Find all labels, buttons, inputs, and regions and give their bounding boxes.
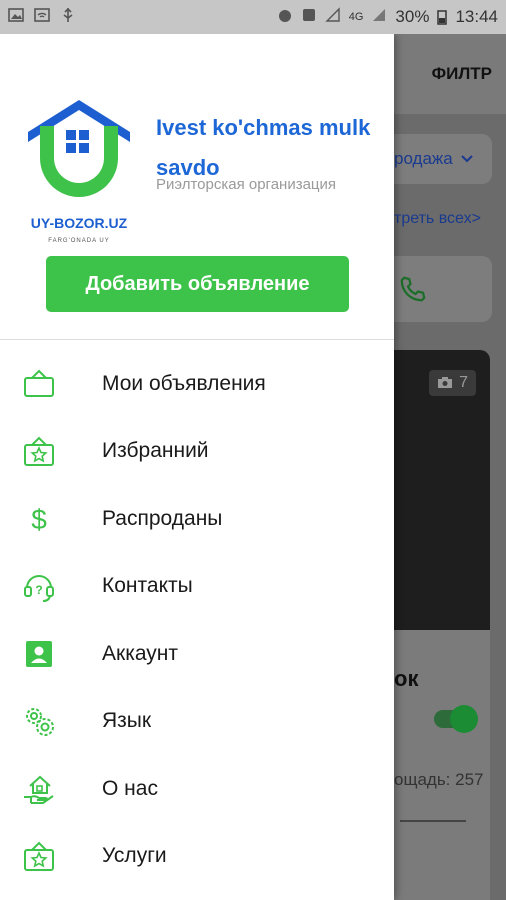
svg-text:?: ? [35,583,42,597]
bg-toolbar: ФИЛТР [394,34,506,114]
menu-item-sold[interactable]: $ Распроданы [0,485,394,553]
listing-area: ощадь: 257 [394,770,484,789]
camera-icon [437,376,453,389]
menu-item-label: Мои объявления [102,371,266,395]
dropdown-value: родажа [394,149,453,168]
drawer-header: UY-BOZOR.UZ FARG'ONADA UY Ivest ko'chmas… [0,34,394,340]
filter-button[interactable]: ФИЛТР [432,64,492,84]
toggle-switch[interactable] [434,705,478,733]
signal-icon [371,7,387,28]
add-listing-button[interactable]: Добавить объявление [46,256,349,312]
divider [400,820,466,822]
menu-item-services[interactable]: Услуги [0,823,394,891]
network-type-label: 4G [348,11,364,23]
menu-item-label: Избранний [102,439,209,463]
chevron-down-icon [461,155,473,163]
phone-icon [398,274,428,304]
frame-icon [21,366,57,402]
star-frame-icon [21,433,57,469]
see-all-link[interactable]: треть всех> [394,210,481,228]
battery-icon [437,9,448,25]
navigation-drawer: UY-BOZOR.UZ FARG'ONADA UY Ivest ko'chmas… [0,34,394,900]
menu-item-label: Контакты [102,574,193,598]
bg-category-dropdown[interactable]: родажа [394,134,492,184]
photo-count-badge: 7 [429,370,476,396]
dollar-icon: $ [21,501,57,537]
svg-text:FARG'ONADA UY: FARG'ONADA UY [48,238,110,244]
battery-percent: 30% [395,7,430,26]
gears-icon [21,703,57,739]
menu-item-label: Язык [102,709,152,733]
usb-icon [60,7,76,28]
menu-item-language[interactable]: Язык [0,688,394,756]
star-frame-icon [21,838,57,874]
listing-title: ок [394,666,419,691]
photo-count: 7 [459,374,468,391]
menu-item-label: Услуги [102,844,167,868]
nfc-icon [301,7,317,28]
svg-text:UY-BOZOR.UZ: UY-BOZOR.UZ [31,215,128,231]
uy-bozor-logo: UY-BOZOR.UZ FARG'ONADA UY [24,92,134,252]
menu-item-favorites[interactable]: Избранний [0,418,394,486]
signal-icon [325,6,341,28]
bg-phone-card[interactable] [394,256,492,322]
bg-listing-photo[interactable]: 7 [394,350,490,630]
organization-type: Риэлторская организация [156,176,337,193]
bg-listing-info: ок ощадь: 257 [394,630,490,900]
menu-item-account[interactable]: Аккаунт [0,620,394,688]
clock: 13:44 [455,7,498,26]
background-app: ФИЛТР родажа треть всех> 7 ок ощадь: 257 [394,34,506,900]
status-bar: 4G 30% 13:44 [0,0,506,34]
svg-text:$: $ [31,504,47,535]
menu-item-contacts[interactable]: ? Контакты [0,553,394,621]
alarm-icon [277,7,293,28]
menu-item-label: Аккаунт [102,641,179,665]
menu-item-my-listings[interactable]: Мои объявления [0,350,394,418]
account-box-icon [21,636,57,672]
gallery-icon [8,7,24,28]
menu-item-label: О нас [102,776,158,800]
house-hand-icon [21,771,57,807]
drawer-menu: Мои объявления Избранний $ Распроданы ? … [0,350,394,890]
menu-item-about[interactable]: О нас [0,755,394,823]
support-headset-icon: ? [21,568,57,604]
wifi-icon [34,7,50,28]
menu-item-label: Распроданы [102,506,223,530]
